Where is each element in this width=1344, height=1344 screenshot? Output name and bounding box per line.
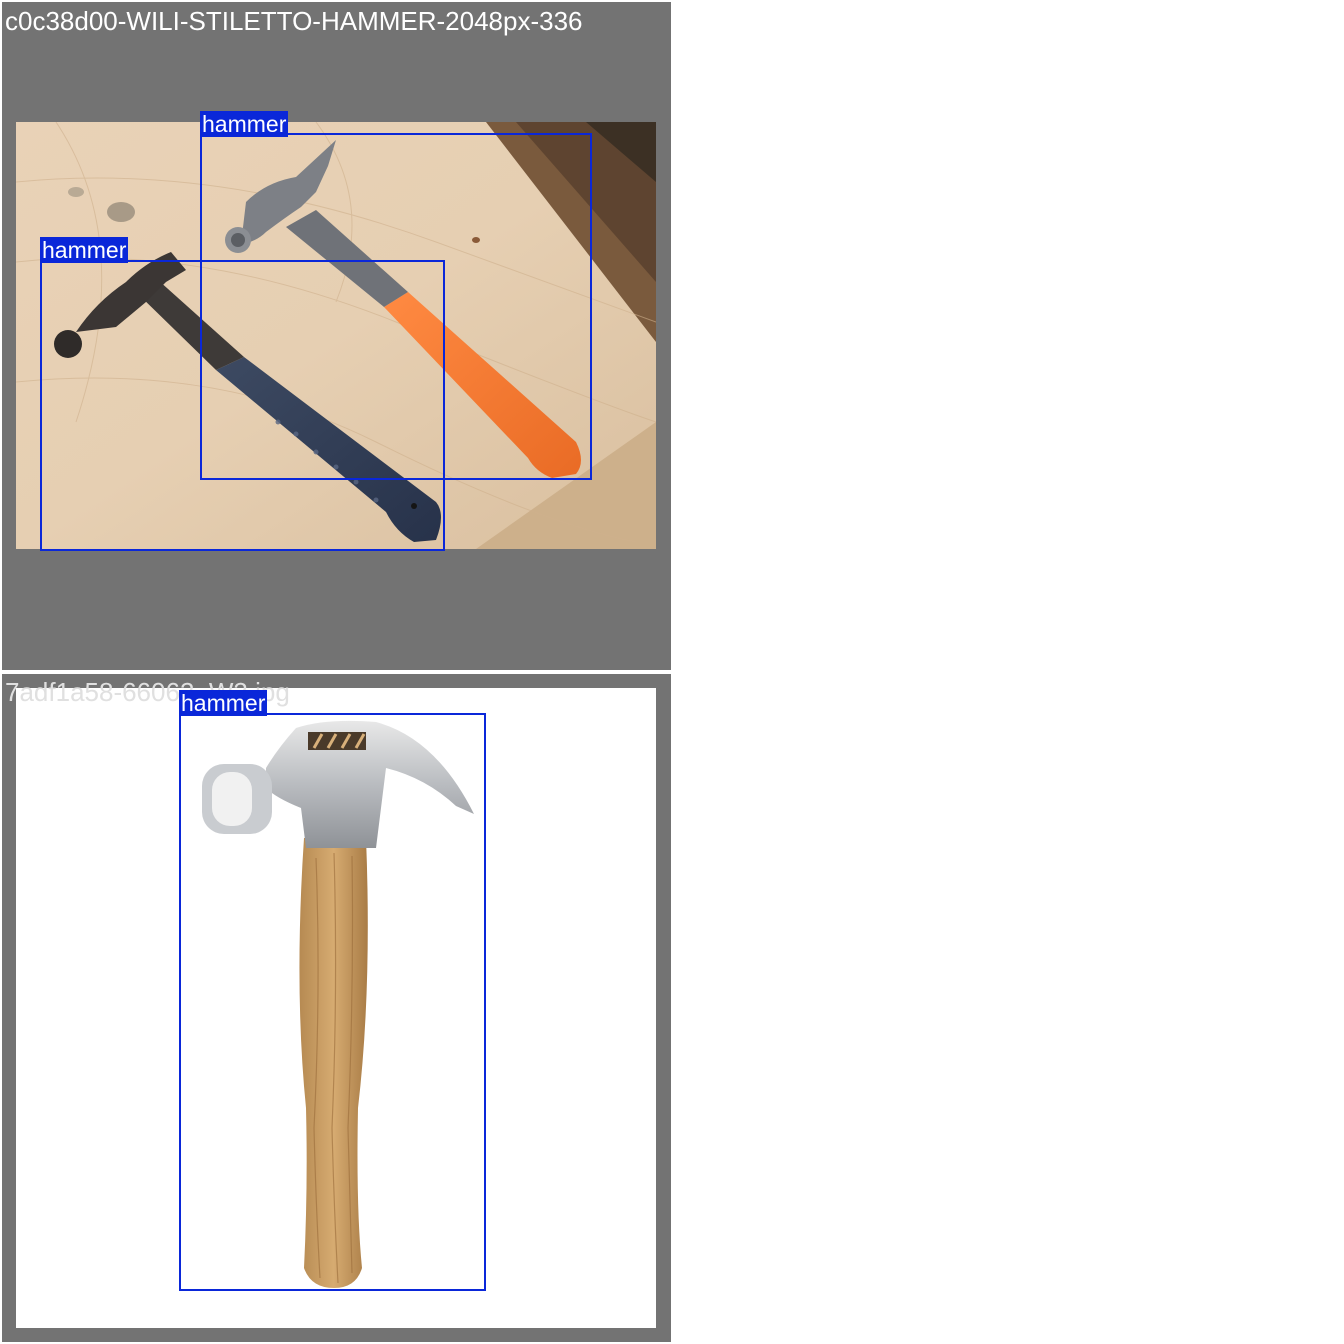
detection-box	[40, 260, 445, 551]
image-tile-2: 7adf1a58-66063_W3.jpg hammer	[2, 674, 671, 1342]
detection-label: hammer	[40, 237, 129, 263]
detection-box	[179, 713, 486, 1291]
image-filename: c0c38d00-WILI-STILETTO-HAMMER-2048px-336	[5, 6, 583, 36]
image-tile-1: c0c38d00-WILI-STILETTO-HAMMER-2048px-336	[2, 2, 671, 670]
detection-label: hammer	[179, 690, 268, 716]
detection-label: hammer	[200, 111, 289, 137]
